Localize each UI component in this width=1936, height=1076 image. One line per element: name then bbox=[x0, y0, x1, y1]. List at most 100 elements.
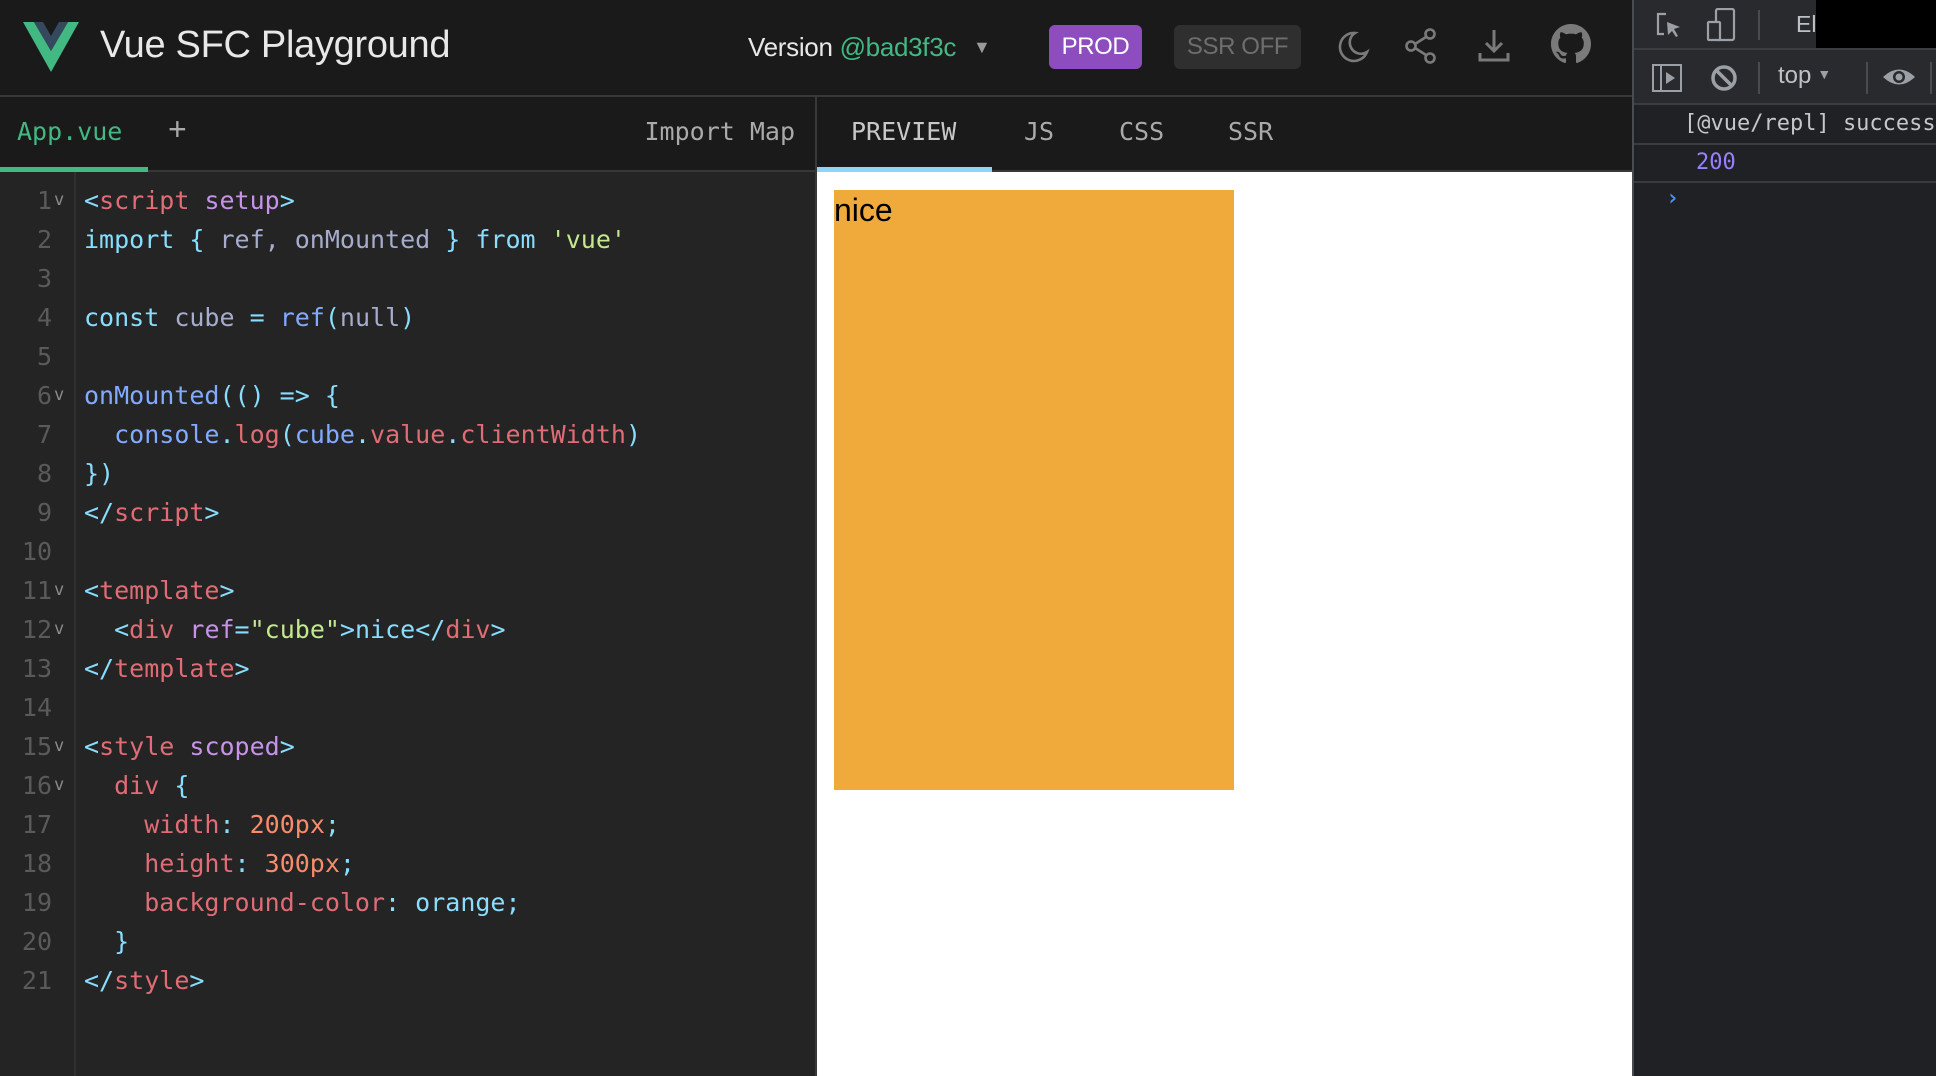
file-tab-bar: App.vue + Import Map bbox=[0, 97, 815, 172]
code-line[interactable]: 10 bbox=[0, 532, 815, 571]
code-line[interactable]: 3 bbox=[0, 259, 815, 298]
line-number: 7 bbox=[36, 420, 52, 449]
tab-css[interactable]: CSS bbox=[1119, 117, 1164, 146]
code-token: < bbox=[84, 186, 100, 215]
console-prompt[interactable]: › bbox=[1666, 186, 1679, 211]
sidebar-toggle-icon[interactable] bbox=[1652, 64, 1682, 92]
code-text: div { bbox=[84, 766, 189, 805]
code-token: import bbox=[84, 225, 175, 254]
code-token: ) bbox=[400, 303, 416, 332]
code-text: const cube = ref(null) bbox=[84, 298, 415, 337]
code-token: template bbox=[99, 576, 220, 605]
add-file-button[interactable]: + bbox=[168, 111, 187, 148]
code-line[interactable]: 16 v div { bbox=[0, 766, 815, 805]
file-tab-app-vue[interactable]: App.vue bbox=[0, 97, 148, 172]
code-line[interactable]: 9 </script> bbox=[0, 493, 815, 532]
console-log-entry: 200 bbox=[1634, 145, 1936, 183]
inspect-element-icon[interactable] bbox=[1654, 10, 1684, 40]
share-icon[interactable] bbox=[1401, 26, 1441, 66]
tab-preview[interactable]: PREVIEW bbox=[851, 117, 956, 146]
code-token: "cube" bbox=[249, 615, 340, 644]
line-number: 15 bbox=[21, 732, 52, 761]
code-line[interactable]: 11 v <template> bbox=[0, 571, 815, 610]
code-token: style bbox=[99, 732, 175, 761]
device-toolbar-icon[interactable] bbox=[1706, 8, 1736, 42]
output-tab-bar: PREVIEW JS CSS SSR bbox=[815, 97, 1632, 172]
code-token: setup bbox=[204, 186, 280, 215]
preview-pane[interactable]: nice bbox=[815, 172, 1632, 1076]
code-token: template bbox=[114, 654, 235, 683]
code-line[interactable]: 15 v <style scoped> bbox=[0, 727, 815, 766]
code-text: onMounted(() => { bbox=[84, 376, 340, 415]
code-token: clientWidth bbox=[460, 420, 626, 449]
line-number: 14 bbox=[21, 693, 52, 722]
ssr-toggle-button[interactable]: SSR OFF bbox=[1174, 25, 1301, 69]
code-line[interactable]: 20 } bbox=[0, 922, 815, 961]
code-text: </style> bbox=[84, 961, 204, 1000]
code-token: width bbox=[144, 810, 220, 839]
code-line[interactable]: 14 bbox=[0, 688, 815, 727]
console-toolbar: top ▼ bbox=[1634, 50, 1936, 105]
fold-toggle-icon[interactable]: v bbox=[54, 610, 64, 649]
context-selector[interactable]: top ▼ bbox=[1778, 62, 1831, 90]
code-line[interactable]: 4 const cube = ref(null) bbox=[0, 298, 815, 337]
code-line[interactable]: 18 height: 300px; bbox=[0, 844, 815, 883]
code-line[interactable]: 19 background-color: orange; bbox=[0, 883, 815, 922]
code-token: script bbox=[114, 498, 205, 527]
divider bbox=[1758, 62, 1760, 94]
fold-toggle-icon[interactable]: v bbox=[54, 571, 64, 610]
code-line[interactable]: 17 width: 200px; bbox=[0, 805, 815, 844]
file-tab-label: App.vue bbox=[17, 117, 123, 146]
code-token: } bbox=[445, 225, 461, 254]
devtools-tab-overflow bbox=[1816, 0, 1936, 48]
line-number: 13 bbox=[21, 654, 52, 683]
code-line[interactable]: 8}) bbox=[0, 454, 815, 493]
chevron-down-icon: ▼ bbox=[1817, 66, 1832, 82]
code-token: = bbox=[249, 303, 265, 332]
code-token: > bbox=[189, 966, 205, 995]
version-selector[interactable]: Version @bad3f3c ▼ bbox=[748, 32, 991, 63]
code-line[interactable]: 1 v <script setup> bbox=[0, 181, 815, 220]
code-line[interactable]: 13 </template> bbox=[0, 649, 815, 688]
code-token: { bbox=[189, 225, 205, 254]
fold-toggle-icon[interactable]: v bbox=[54, 181, 64, 220]
fold-toggle-icon[interactable]: v bbox=[54, 766, 64, 805]
import-map-tab[interactable]: Import Map bbox=[644, 117, 795, 146]
prod-toggle-button[interactable]: PROD bbox=[1049, 25, 1142, 69]
fold-toggle-icon[interactable]: v bbox=[54, 376, 64, 415]
code-text: background-color: orange; bbox=[84, 883, 520, 922]
github-icon[interactable] bbox=[1551, 24, 1591, 64]
code-token: . bbox=[445, 420, 461, 449]
code-line[interactable]: 7 console.log(cube.value.clientWidth) bbox=[0, 415, 815, 454]
code-token: = bbox=[234, 615, 250, 644]
code-token: div bbox=[129, 615, 175, 644]
tab-js[interactable]: JS bbox=[1024, 117, 1054, 146]
code-line[interactable]: 21 </style> bbox=[0, 961, 815, 1000]
code-line[interactable]: 6 v onMounted(() => { bbox=[0, 376, 815, 415]
download-icon[interactable] bbox=[1474, 26, 1514, 66]
app-header: Vue SFC Playground Version @bad3f3c ▼ PR… bbox=[0, 0, 1632, 97]
clear-console-icon[interactable] bbox=[1710, 64, 1738, 92]
code-token: . bbox=[354, 420, 371, 449]
context-label: top bbox=[1778, 62, 1812, 89]
code-line[interactable]: 2 import { ref, onMounted } from 'vue' bbox=[0, 220, 815, 259]
code-editor[interactable]: 1 v <script setup> 2 import { ref, onMounted… bbox=[0, 172, 815, 1076]
fold-toggle-icon[interactable]: v bbox=[54, 727, 64, 766]
code-line[interactable]: 5 bbox=[0, 337, 815, 376]
code-token: ref, onMounted bbox=[204, 225, 446, 254]
moon-icon[interactable] bbox=[1333, 26, 1373, 66]
eye-icon[interactable] bbox=[1882, 66, 1916, 88]
code-token: script bbox=[99, 186, 190, 215]
code-text: } bbox=[84, 922, 129, 961]
tab-ssr[interactable]: SSR bbox=[1228, 117, 1273, 146]
code-token: ( bbox=[324, 303, 340, 332]
code-line[interactable]: 12 v <div ref="cube">nice</div> bbox=[0, 610, 815, 649]
